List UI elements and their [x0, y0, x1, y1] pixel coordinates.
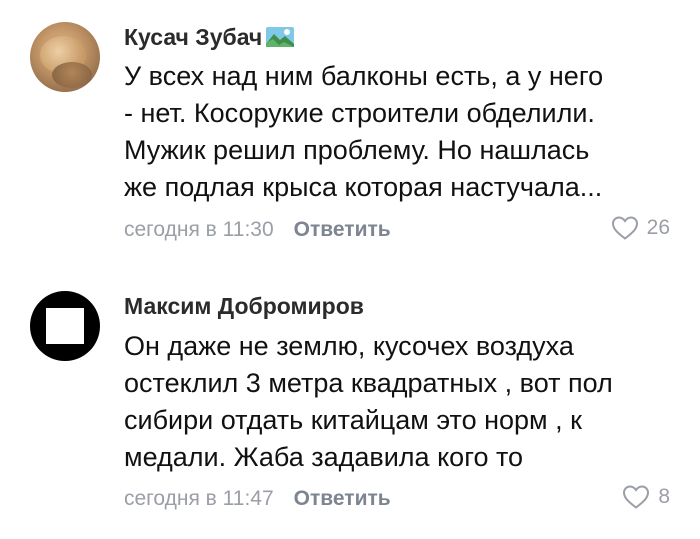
like-count: 26: [646, 216, 670, 239]
comment-text-line: остеклил 3 метра квадратных , вот пол: [124, 368, 613, 398]
avatar[interactable]: [30, 291, 100, 361]
comment-item: Максим Добромиров Он даже не землю, кусо…: [0, 278, 700, 539]
like-button[interactable]: 8: [622, 484, 670, 510]
comment-text-line: Он даже не землю, кусочех воздуха: [124, 331, 574, 361]
comment-author[interactable]: Максим Добромиров: [124, 293, 364, 320]
comment-author[interactable]: Кусач Зубач: [124, 24, 295, 51]
comment-text-line: У всех над ним балконы есть, а у него: [124, 61, 604, 91]
comment-item: Кусач Зубач У всех над ним балконы есть,…: [0, 0, 700, 262]
comment-text-line: медали. Жаба задавила кого то: [124, 442, 524, 472]
comment-text-line: же подлая крыса которая настучала...: [124, 172, 603, 202]
comment-timestamp: сегодня в 11:30: [124, 218, 274, 241]
comment-text: Он даже не землю, кусочех воздуха остекл…: [124, 328, 684, 476]
comment-text-line: сибири отдать китайцам это норм , к: [124, 405, 582, 435]
author-name[interactable]: Кусач Зубач: [124, 24, 262, 50]
heart-outline-icon: [611, 216, 638, 240]
avatar[interactable]: [30, 22, 100, 92]
heart-outline-icon: [623, 485, 650, 509]
reply-button[interactable]: Ответить: [294, 487, 391, 510]
comment-meta: сегодня в 11:30 Ответить: [124, 218, 391, 242]
comment-timestamp: сегодня в 11:47: [124, 487, 274, 510]
avatar-square-detail: [46, 308, 84, 344]
author-name[interactable]: Максим Добромиров: [124, 293, 364, 319]
reply-button[interactable]: Ответить: [294, 218, 391, 241]
comment-text-line: Мужик решил проблему. Но нашлась: [124, 135, 590, 165]
like-count: 8: [658, 485, 670, 508]
comment-meta: сегодня в 11:47 Ответить: [124, 487, 391, 511]
avatar-photo-detail: [52, 62, 92, 88]
comment-text: У всех над ним балконы есть, а у него - …: [124, 58, 684, 206]
comment-text-line: - нет. Косорукие строители обделили.: [124, 98, 595, 128]
landscape-badge-icon: [266, 27, 295, 47]
like-button[interactable]: 26: [611, 215, 670, 241]
